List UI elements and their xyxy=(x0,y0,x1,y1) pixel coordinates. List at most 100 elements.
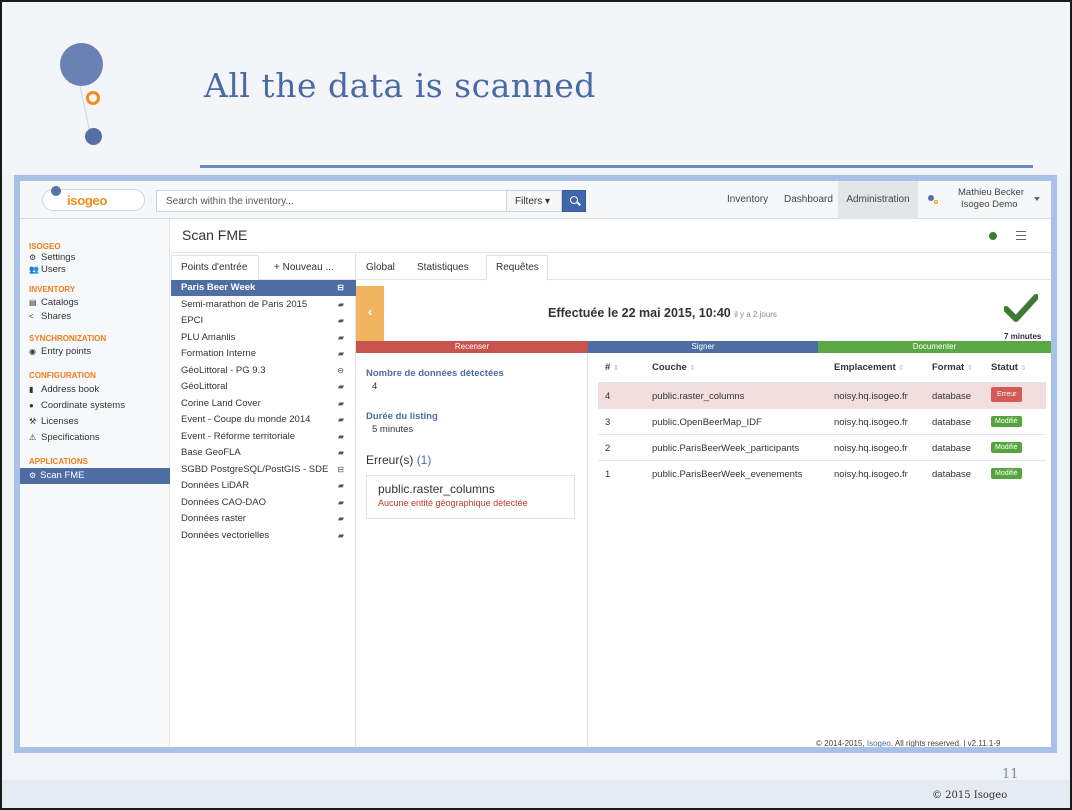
folder-icon: ▰ xyxy=(337,299,344,309)
table-row[interactable]: 2 public.ParisBeerWeek_participants noisy.… xyxy=(598,434,1046,460)
col-format[interactable]: Format ⇕ xyxy=(932,362,973,373)
entry-point-label: SGBD PostgreSQL/PostGIS - SDE xyxy=(181,463,329,475)
errors-heading: Erreur(s) (1) xyxy=(366,453,431,467)
detail-panel: Global Statistiques Requêtes ‹ Effectuée… xyxy=(356,253,1051,747)
entry-point-label: GéoLittoral - PG 9.3 xyxy=(181,364,266,376)
sidebar-item-users[interactable]: 👥 Users xyxy=(29,264,169,275)
table-row[interactable]: 3 public.OpenBeerMap_IDF noisy.hq.isogeo.f… xyxy=(598,408,1046,434)
filters-button[interactable]: Filters ▾ xyxy=(506,190,562,212)
main-content: Scan FME Points d'entrée + Nouveau ... P… xyxy=(171,219,1051,747)
table-row[interactable]: 4 public.raster_columns noisy.hq.isogeo.fr… xyxy=(598,382,1046,408)
phase-label: Recenser xyxy=(454,342,490,351)
col-number[interactable]: # ⇕ xyxy=(605,362,619,373)
folder-icon: ▰ xyxy=(337,316,344,325)
menu-icon[interactable] xyxy=(1016,231,1026,240)
sidebar-item-label: Scan FME xyxy=(40,470,85,481)
entry-point-label: Semi-marathon de Paris 2015 xyxy=(181,298,308,310)
slide-title: All the data is scanned xyxy=(204,66,596,105)
folder-icon: ▰ xyxy=(337,481,344,490)
phase-recenser: Recenser xyxy=(356,341,588,353)
back-button[interactable]: ‹ xyxy=(356,286,384,342)
entry-point-item[interactable]: Event - Coupe du monde 2014 ▰ xyxy=(171,412,356,428)
footer-link[interactable]: Isogeo xyxy=(867,739,891,747)
table-row[interactable]: 1 public.ParisBeerWeek_evenements noisy.hq… xyxy=(598,460,1046,486)
decor-circle-small xyxy=(85,128,102,145)
cell-num: 1 xyxy=(605,469,611,480)
search-icon-handle xyxy=(577,201,581,206)
folder-icon: ▰ xyxy=(337,415,344,424)
nav-administration[interactable]: Administration xyxy=(838,181,918,219)
footer-prefix: © 2014-2015, xyxy=(816,739,865,747)
entry-point-label: Données raster xyxy=(181,513,246,524)
entry-point-item[interactable]: Event - Réforme territoriale ▰ xyxy=(171,429,356,445)
phase-label: Signer xyxy=(691,342,715,351)
users-icon: 👥 xyxy=(29,265,39,274)
entry-point-item[interactable]: Données CAO-DAO ▰ xyxy=(171,495,356,511)
share-icon: < xyxy=(29,312,34,321)
gear-icon: ⚙ xyxy=(29,253,37,262)
entry-point-label: Données LiDAR xyxy=(181,480,250,491)
entry-point-item[interactable]: Paris Beer Week ⊟ xyxy=(171,280,356,296)
globe-icon: ● xyxy=(29,401,34,410)
col-location[interactable]: Emplacement ⇕ xyxy=(834,362,904,373)
errors-label: Erreur(s) xyxy=(366,453,414,467)
sidebar-item-scan-fme[interactable]: ⚙ Scan FME xyxy=(20,468,170,484)
cell-format: database xyxy=(932,391,972,402)
tab-entry-points[interactable]: Points d'entrée xyxy=(181,262,247,273)
entry-point-label: Event - Réforme territoriale xyxy=(181,430,296,442)
sidebar-item-specifications[interactable]: ⚠ Specifications xyxy=(29,432,169,443)
sidebar-item-catalogs[interactable]: ▤ Catalogs xyxy=(29,297,169,308)
entry-point-item[interactable]: EPCI ▰ xyxy=(171,313,356,329)
sort-icon: ⇕ xyxy=(1020,365,1027,372)
sidebar-item-licenses[interactable]: ⚒ Licenses xyxy=(29,416,169,427)
tab-statistiques[interactable]: Statistiques xyxy=(417,262,469,273)
sidebar-item-label: Address book xyxy=(41,384,100,395)
chevron-left-icon: ‹ xyxy=(367,304,373,319)
entry-point-label: Formation Interne xyxy=(181,348,256,359)
sidebar-item-entry-points[interactable]: ◉ Entry points xyxy=(29,346,169,357)
entry-point-item[interactable]: Formation Interne ▰ xyxy=(171,346,356,362)
sidebar-item-shares[interactable]: < Shares xyxy=(29,311,169,322)
col-status[interactable]: Statut ⇕ xyxy=(991,362,1026,373)
entry-point-item[interactable]: GéoLittoral - PG 9.3 ⊖ xyxy=(171,363,356,379)
folder-icon: ▰ xyxy=(337,349,344,358)
cell-num: 3 xyxy=(605,417,611,428)
entry-point-item[interactable]: PLU Amanlis ▰ xyxy=(171,330,356,346)
top-navbar: isogeo Search within the inventory... Fi… xyxy=(20,181,1051,219)
tab-global[interactable]: Global xyxy=(366,262,395,273)
col-layer[interactable]: Couche ⇕ xyxy=(652,362,695,373)
check-icon xyxy=(1004,294,1038,322)
search-input[interactable]: Search within the inventory... xyxy=(156,190,506,212)
user-menu[interactable]: Mathieu Becker Isogeo Demo xyxy=(958,187,1024,211)
sidebar-item-label: Coordinate systems xyxy=(41,400,125,411)
entry-point-item[interactable]: Semi-marathon de Paris 2015 ▰ xyxy=(171,297,356,313)
tab-requetes[interactable]: Requêtes xyxy=(496,262,539,273)
chevron-down-icon[interactable] xyxy=(1034,197,1040,201)
entry-point-item[interactable]: Données raster ▰ xyxy=(171,511,356,527)
nav-inventory[interactable]: Inventory xyxy=(727,194,768,205)
sidebar-item-label: Catalogs xyxy=(41,297,79,308)
brand-name: isogeo xyxy=(67,193,108,208)
new-entry-button[interactable]: + Nouveau ... xyxy=(274,262,334,273)
folder-icon: ▰ xyxy=(337,497,344,507)
sidebar-item-coordinate-systems[interactable]: ● Coordinate systems xyxy=(29,400,169,411)
entry-point-item[interactable]: Corine Land Cover ▰ xyxy=(171,396,356,412)
cell-format: database xyxy=(932,469,972,480)
sidebar-item-address-book[interactable]: ▮ Address book xyxy=(29,384,169,395)
cell-num: 2 xyxy=(605,443,611,454)
folder-icon: ▰ xyxy=(337,431,344,441)
user-avatar-icon[interactable] xyxy=(928,195,938,205)
entry-point-item[interactable]: GéoLittoral ▰ xyxy=(171,379,356,395)
search-button[interactable] xyxy=(562,190,586,212)
entry-point-item[interactable]: Données vectorielles ▰ xyxy=(171,528,356,544)
entry-point-item[interactable]: SGBD PostgreSQL/PostGIS - SDE ⊟ xyxy=(171,462,356,478)
entry-point-item[interactable]: Données LiDAR ▰ xyxy=(171,478,356,494)
brand-logo[interactable]: isogeo xyxy=(42,186,145,211)
col-label: # xyxy=(605,362,611,373)
sidebar-item-settings[interactable]: ⚙ Settings xyxy=(29,252,169,263)
avatar-dot xyxy=(928,195,934,201)
nav-dashboard[interactable]: Dashboard xyxy=(784,194,833,205)
detail-tabs: Global Statistiques Requêtes xyxy=(356,253,1051,281)
entry-point-item[interactable]: Base GeoFLA ▰ xyxy=(171,445,356,461)
disk-icon: ⊖ xyxy=(337,365,344,375)
